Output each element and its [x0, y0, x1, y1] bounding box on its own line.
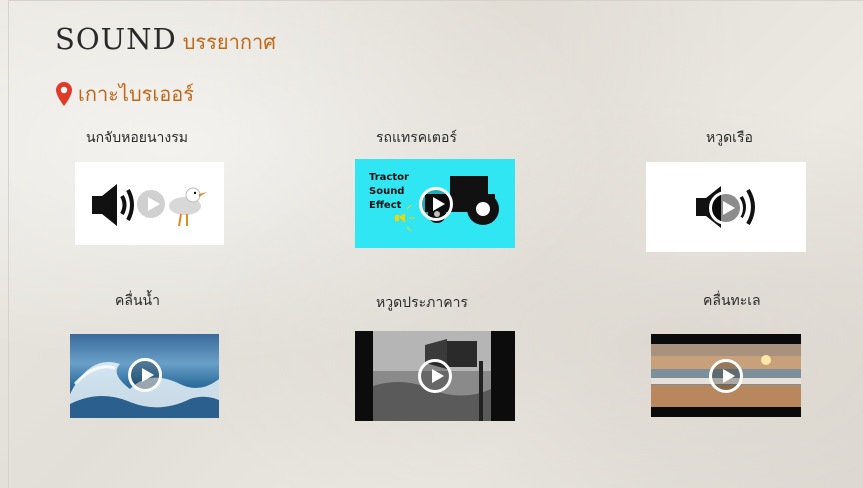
sound-label-tractor: รถแทรคเตอร์	[376, 130, 457, 146]
location-name: เกาะไบรเออร์	[78, 82, 195, 106]
play-button[interactable]	[418, 359, 452, 393]
page-title: SOUND บรรยากาศ	[55, 22, 276, 58]
sound-thumb-water-wave[interactable]	[70, 334, 219, 418]
sound-label-water-wave: คลื่นน้ำ	[115, 293, 160, 309]
sound-thumb-lighthouse-horn[interactable]	[355, 331, 515, 421]
map-pin-icon	[56, 82, 72, 106]
location-heading: เกาะไบรเออร์	[56, 78, 194, 110]
sound-thumb-tractor[interactable]: Tractor Sound Effect	[355, 159, 515, 248]
title-subtitle: บรรยากาศ	[182, 30, 276, 54]
sound-label-sea-waves: คลื่นทะเล	[703, 293, 761, 309]
sound-thumb-oystercatcher[interactable]	[75, 162, 224, 245]
play-button[interactable]	[128, 358, 162, 392]
sound-label-oystercatcher: นกจับหอยนางรม	[86, 130, 188, 146]
play-button[interactable]	[134, 187, 168, 221]
sound-label-ship-horn: หวูดเรือ	[706, 130, 753, 146]
play-button[interactable]	[709, 359, 743, 393]
play-button[interactable]	[709, 191, 743, 225]
sound-thumb-ship-horn[interactable]	[646, 162, 806, 252]
sound-label-lighthouse-horn: หวูดประภาคาร	[376, 295, 468, 311]
title-main: SOUND	[55, 22, 177, 56]
sound-thumb-sea-waves[interactable]	[651, 334, 801, 417]
play-button[interactable]	[419, 187, 453, 221]
